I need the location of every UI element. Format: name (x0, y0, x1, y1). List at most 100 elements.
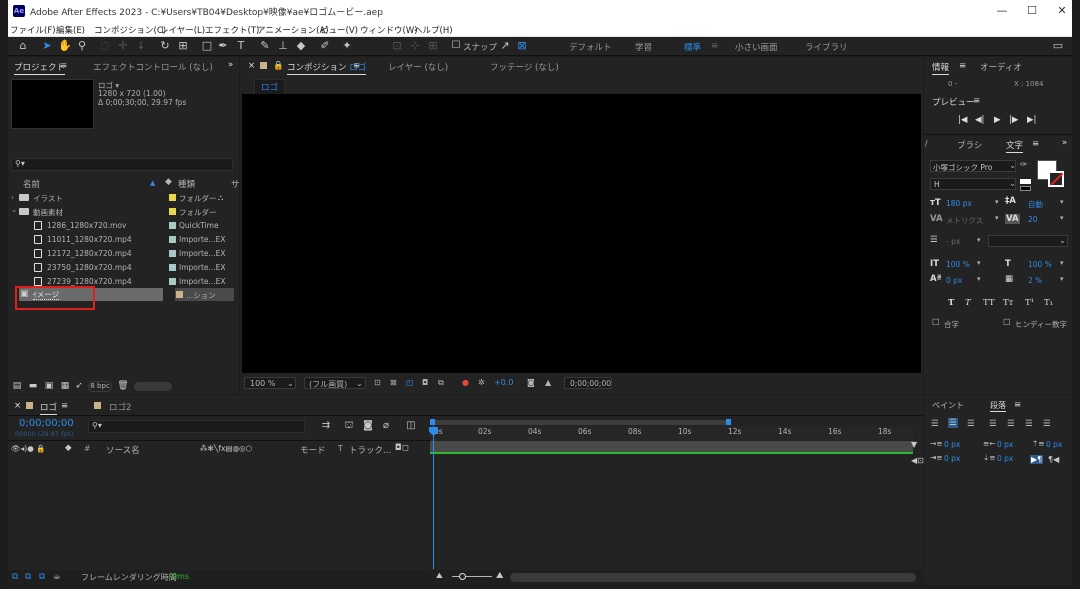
label-swatch[interactable] (169, 278, 176, 285)
close-button[interactable]: ✕ (1054, 4, 1070, 18)
workspace-libraries[interactable]: ライブラリ (805, 41, 848, 53)
adjust-project-icon[interactable]: ▦ (58, 379, 72, 393)
column-type-header[interactable]: 種類 (178, 178, 195, 190)
world-axis-icon[interactable]: ⊹ (408, 39, 422, 53)
indent-left-value[interactable]: 0 px (944, 440, 960, 449)
chevron-down-icon[interactable]: ▾ (1060, 259, 1064, 267)
minimize-button[interactable]: — (994, 4, 1010, 18)
indent-right-value[interactable]: 0 px (997, 440, 1013, 449)
color-management-icon[interactable]: ● (462, 378, 469, 387)
faux-bold-button[interactable]: T (948, 298, 954, 308)
transfer-controls-toggle-icon[interactable]: ⧉ (25, 572, 31, 582)
workspace-standard[interactable]: 標準 (684, 41, 701, 53)
list-item[interactable]: 11011_1280x720.mp4 Importe...EX (11, 233, 229, 246)
dolly-camera-icon[interactable]: ↓ (134, 39, 148, 53)
preview-tab-menu[interactable]: ≡ (973, 96, 980, 106)
swap-colors-icon[interactable] (1020, 179, 1031, 184)
font-style-dropdown[interactable]: H ⌄ (930, 178, 1016, 190)
resolution-dropdown[interactable]: (フル画質) ⌄ (304, 377, 366, 389)
snap-grid-icon[interactable]: ⊠ (515, 39, 529, 53)
snap-options-icon[interactable]: ↗ (498, 39, 512, 53)
lock-icon[interactable]: 🔒 (273, 61, 284, 71)
timeline-track-area[interactable]: 0s 02s 04s 06s 08s 10s 12s 14s 16s 18s (429, 419, 913, 569)
paragraph-tab-menu[interactable]: ≡ (1014, 400, 1021, 410)
list-item[interactable]: ⌄ 動画素材 フォルダー (11, 205, 229, 218)
list-item[interactable]: 23750_1280x720.mp4 Importe...EX (11, 261, 229, 274)
font-size-value[interactable]: 180 px (946, 199, 972, 208)
timeline-search-input[interactable]: ⚲▾ (88, 420, 305, 433)
menu-animation[interactable]: アニメーション(A) (257, 24, 329, 36)
stroke-style-dropdown[interactable]: ⌄ (988, 235, 1068, 247)
zoom-tool-icon[interactable]: ⚲ (75, 39, 89, 53)
navigator-start-handle[interactable] (430, 419, 435, 425)
label-swatch[interactable] (169, 250, 176, 257)
kerning-value[interactable]: メトリクス (946, 215, 983, 226)
time-navigator-bar[interactable] (433, 420, 728, 425)
justify-left-icon[interactable]: ☰ (989, 419, 997, 429)
reset-exposure-icon[interactable]: ✲ (478, 378, 485, 387)
small-caps-button[interactable]: Tт (1003, 298, 1013, 308)
workspace-menu-icon[interactable]: ≡ (711, 41, 718, 51)
align-left-icon[interactable]: ☰ (931, 419, 939, 429)
new-folder-icon[interactable]: ▬ (26, 379, 40, 393)
bit-depth-button[interactable]: 8 bpc (88, 381, 112, 392)
switches-header-icons[interactable]: ⁂✻╲fx▤◍◎⬡ (200, 444, 252, 453)
rtl-direction-icon[interactable]: ¶◀ (1048, 455, 1059, 464)
shy-layers-icon[interactable]: ◙ (361, 419, 375, 433)
hindi-digits-checkbox[interactable]: ☐ (1003, 318, 1011, 328)
label-swatch[interactable] (169, 222, 176, 229)
tab-timeline-logo2[interactable]: ロゴ2 (109, 401, 131, 413)
tsume-value[interactable]: 2 % (1028, 276, 1042, 285)
menu-window[interactable]: ウィンドウ(W) (360, 24, 418, 36)
column-mode[interactable]: モード (300, 444, 326, 456)
menu-composition[interactable]: コンポジション(C) (94, 24, 166, 36)
parent-pickwhip-icons[interactable]: ◘◻ (395, 443, 409, 453)
project-horizontal-scrollbar[interactable] (134, 382, 172, 391)
label-swatch[interactable] (169, 264, 176, 271)
label-swatch[interactable] (169, 236, 176, 243)
info-tab-menu[interactable]: ≡ (959, 61, 966, 71)
column-name-header[interactable]: 名前 (23, 178, 40, 190)
timeline-zoom-slider[interactable] (452, 576, 492, 577)
justify-right-icon[interactable]: ☰ (1025, 419, 1033, 429)
timeline-zoom-handle[interactable] (459, 573, 466, 580)
font-family-dropdown[interactable]: 小塚ゴシック Pro ⌄ (930, 160, 1016, 172)
close-tab-icon[interactable]: × (248, 61, 255, 71)
pan-camera-icon[interactable]: ✛ (116, 39, 130, 53)
workspace-small-screen[interactable]: 小さい画面 (735, 41, 778, 53)
clone-stamp-icon[interactable]: ⊥ (276, 39, 290, 53)
time-ruler[interactable]: 0s 02s 04s 06s 08s 10s 12s 14s 16s 18s (430, 426, 913, 440)
roto-brush-icon[interactable]: ✐ (318, 39, 332, 53)
mask-visibility-icon[interactable]: ◰ (406, 378, 414, 387)
label-column-icon[interactable]: ◆ (65, 443, 72, 453)
comp-button-icon[interactable]: ◀⊡ (911, 456, 924, 465)
rectangle-tool-icon[interactable]: □ (200, 39, 214, 53)
zoom-dropdown[interactable]: 100 % ⌄ (244, 377, 296, 389)
menu-view[interactable]: ビュー(V) (320, 24, 358, 36)
tab-info[interactable]: 情報 (932, 63, 950, 75)
hand-tool-icon[interactable]: ✋ (58, 39, 72, 53)
home-icon[interactable]: ⌂ (16, 39, 30, 53)
first-line-indent-value[interactable]: 0 px (944, 454, 960, 463)
anchor-tool-icon[interactable]: ⊞ (176, 39, 190, 53)
composition-viewer[interactable] (242, 94, 921, 373)
justify-center-icon[interactable]: ☰ (1007, 419, 1015, 429)
tab-audio[interactable]: オーディオ (980, 61, 1022, 73)
comp-subtab[interactable]: ロゴ (254, 79, 286, 95)
selection-tool-icon[interactable]: ➤ (40, 39, 54, 53)
snap-checkbox[interactable]: ☐ (449, 39, 463, 53)
all-caps-button[interactable]: TT (983, 298, 995, 308)
flowchart-icon[interactable]: ➶ (72, 379, 86, 393)
stroke-color-swatch[interactable] (1048, 171, 1064, 187)
exposure-value[interactable]: +0.0 (494, 378, 513, 387)
composition-flowchart-icon[interactable]: ⇉ (319, 419, 333, 433)
tab-character[interactable]: 文字 (1006, 141, 1024, 153)
tab-layer[interactable]: レイヤー (なし) (388, 61, 448, 73)
list-item[interactable]: › イラスト フォルダー ⛬ (11, 191, 229, 204)
column-track-matte[interactable]: トラック... (349, 444, 391, 456)
chevron-down-icon[interactable]: ▾ (1060, 275, 1064, 283)
timeline-tab-menu[interactable]: ≡ (61, 401, 68, 411)
timeline-horizontal-scrollbar[interactable] (510, 573, 916, 582)
chevron-down-icon[interactable]: ▾ (1060, 214, 1064, 222)
draft-3d-icon[interactable]: ⛫ (342, 419, 356, 433)
